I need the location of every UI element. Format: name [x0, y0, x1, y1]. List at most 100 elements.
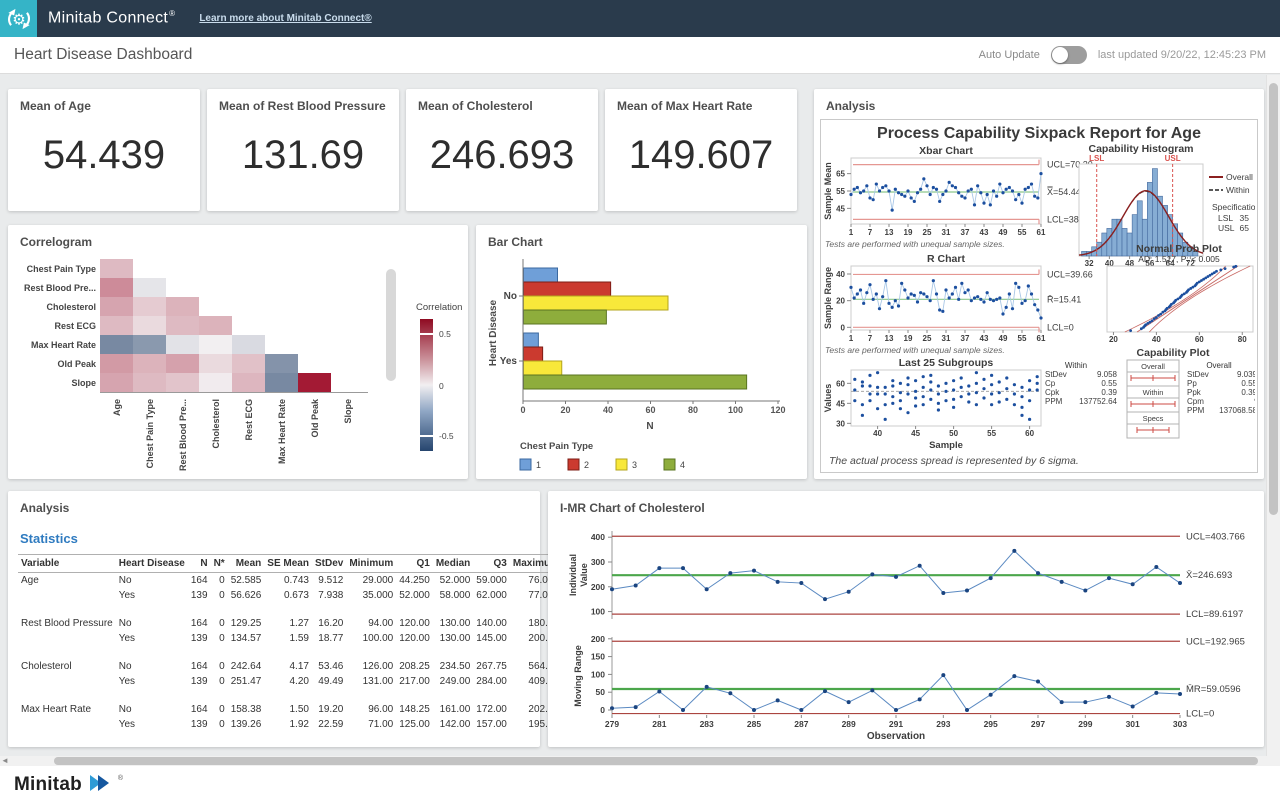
stats-row: Rest Blood PressureNo1640129.251.2716.20… [18, 616, 562, 631]
stats-col-header: Q3 [473, 555, 510, 573]
svg-text:40: 40 [873, 429, 882, 438]
svg-text:80: 80 [1238, 335, 1247, 344]
svg-text:Within: Within [1065, 361, 1087, 370]
svg-text:Old Peak: Old Peak [310, 398, 320, 438]
svg-text:M̄R=59.0596: M̄R=59.0596 [1186, 684, 1241, 695]
statistics-table: VariableHeart DiseaseNN*MeanSE MeanStDev… [18, 554, 562, 732]
svg-text:293: 293 [936, 719, 950, 729]
svg-text:Slope: Slope [343, 399, 353, 424]
stats-col-header: Minimum [346, 555, 396, 573]
statistics-subtitle: Statistics [8, 515, 540, 550]
svg-text:N: N [646, 421, 653, 432]
svg-text:Chest Pain Type: Chest Pain Type [520, 441, 593, 452]
stats-col-header: Q1 [396, 555, 433, 573]
correlogram-scrollbar[interactable] [386, 269, 396, 381]
svg-text:400: 400 [591, 532, 605, 542]
stats-row: CholesterolNo1640242.644.1753.46126.0020… [18, 659, 562, 674]
svg-text:Rest ECG: Rest ECG [244, 399, 254, 441]
svg-text:35: 35 [1240, 213, 1250, 223]
svg-text:Chest Pain Type: Chest Pain Type [145, 399, 155, 468]
svg-text:0: 0 [520, 405, 525, 415]
svg-text:0.39: 0.39 [1241, 388, 1255, 397]
vertical-scrollbar[interactable] [1266, 75, 1280, 756]
svg-text:Observation: Observation [867, 731, 925, 741]
bar-chart-card: Bar Chart NoYes020406080100120NHeart Dis… [476, 225, 807, 479]
learn-more-link[interactable]: Learn more about Minitab Connect® [199, 13, 371, 24]
svg-text:0: 0 [841, 323, 846, 332]
svg-text:Old Peak: Old Peak [57, 359, 97, 369]
card-title: Correlogram [8, 225, 468, 249]
svg-text:Individual: Individual [568, 554, 578, 596]
svg-text:100: 100 [728, 405, 743, 415]
kpi-card-mean-cholesterol: Mean of Cholesterol 246.693 [406, 89, 598, 211]
svg-text:Cholesterol: Cholesterol [211, 399, 221, 449]
svg-text:283: 283 [700, 719, 714, 729]
correlogram-card: Correlogram Chest Pain TypeRest Blood Pr… [8, 225, 468, 479]
toggle-knob [1052, 47, 1068, 63]
svg-text:Correlation: Correlation [416, 302, 462, 313]
svg-text:StDev: StDev [1187, 370, 1209, 379]
scroll-left-arrow[interactable]: ◄ [1, 756, 9, 766]
gear-sync-icon: ⚙ [4, 4, 34, 34]
svg-text:Tests are performed with unequ: Tests are performed with unequal sample … [825, 239, 1005, 249]
svg-text:Overall: Overall [1141, 362, 1165, 371]
svg-text:303: 303 [1173, 719, 1187, 729]
svg-text:R Chart: R Chart [927, 253, 965, 265]
svg-text:287: 287 [794, 719, 808, 729]
auto-update-label: Auto Update [979, 49, 1040, 61]
vertical-scrollbar-thumb[interactable] [1269, 83, 1278, 515]
svg-text:LSL: LSL [1218, 213, 1233, 223]
svg-text:Slope: Slope [71, 378, 96, 388]
minitab-connect-logo[interactable]: ⚙ [0, 0, 37, 37]
svg-text:9.039: 9.039 [1237, 370, 1255, 379]
svg-text:295: 295 [984, 719, 998, 729]
svg-text:45: 45 [911, 429, 920, 438]
kpi-card-mean-age: Mean of Age 54.439 [8, 89, 200, 211]
svg-text:Ppk: Ppk [1187, 388, 1202, 397]
horizontal-scrollbar[interactable]: ◄ [0, 756, 1280, 766]
horizontal-scrollbar-thumb[interactable] [54, 757, 1258, 765]
svg-text:Yes: Yes [500, 356, 518, 367]
svg-text:Max Heart Rate: Max Heart Rate [31, 340, 96, 350]
svg-text:Values: Values [823, 384, 833, 413]
stats-col-header: Mean [228, 555, 265, 573]
svg-text:137752.64: 137752.64 [1079, 397, 1117, 406]
svg-text:55: 55 [987, 429, 996, 438]
svg-text:Process Capability Sixpack Rep: Process Capability Sixpack Report for Ag… [877, 125, 1201, 142]
svg-text:Pp: Pp [1187, 379, 1197, 388]
heart-disease-bar-chart: NoYes020406080100120NHeart DiseaseChest … [484, 253, 799, 475]
last-updated-text: last updated 9/20/22, 12:45:23 PM [1098, 49, 1266, 61]
svg-text:13: 13 [885, 228, 894, 237]
svg-text:25: 25 [923, 228, 932, 237]
svg-text:281: 281 [652, 719, 666, 729]
svg-text:40: 40 [1152, 335, 1161, 344]
svg-text:*: * [1254, 397, 1255, 406]
svg-text:20: 20 [836, 297, 845, 306]
svg-text:60: 60 [645, 405, 655, 415]
svg-text:31: 31 [942, 228, 951, 237]
svg-text:UCL=192.965: UCL=192.965 [1186, 636, 1245, 647]
svg-text:13: 13 [885, 334, 894, 343]
stats-row: Yes1390134.571.5918.77100.00120.00130.00… [18, 631, 562, 646]
auto-update-toggle[interactable] [1051, 46, 1087, 64]
imr-control-chart: 100200300400UCL=403.766X̄=246.693LCL=89.… [556, 519, 1258, 741]
svg-text:40: 40 [836, 270, 845, 279]
svg-text:Xbar Chart: Xbar Chart [919, 145, 973, 157]
stats-col-header: N [188, 555, 211, 573]
kpi-label: Mean of Age [8, 89, 200, 113]
svg-text:61: 61 [1037, 334, 1046, 343]
svg-text:65: 65 [836, 170, 845, 179]
stats-col-header: SE Mean [264, 555, 312, 573]
footer-reg-mark: ® [118, 775, 123, 782]
svg-text:100: 100 [591, 607, 605, 617]
svg-text:19: 19 [904, 334, 913, 343]
svg-text:150: 150 [591, 652, 605, 662]
svg-text:300: 300 [591, 557, 605, 567]
svg-text:7: 7 [868, 228, 873, 237]
svg-text:LCL=89.6197: LCL=89.6197 [1186, 609, 1243, 620]
svg-text:Rest ECG: Rest ECG [54, 321, 96, 331]
card-title: Analysis [8, 491, 540, 515]
svg-text:0.55: 0.55 [1241, 379, 1255, 388]
svg-text:Sample Range: Sample Range [823, 267, 833, 329]
svg-text:55: 55 [1018, 334, 1027, 343]
